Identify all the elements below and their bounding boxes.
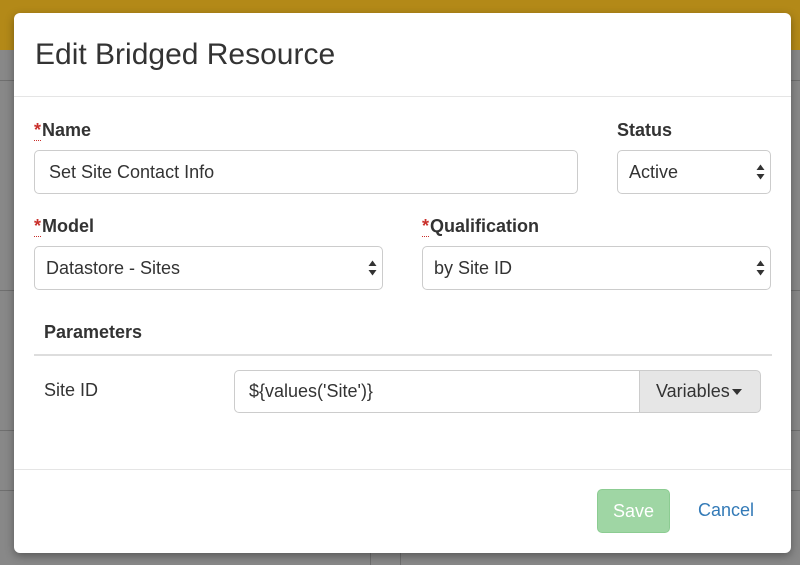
select-arrows-icon [756,260,765,276]
caret-down-icon [731,389,742,396]
model-select[interactable]: Datastore - Sites [34,246,383,290]
save-button[interactable]: Save [597,489,670,533]
parameters-heading: Parameters [44,322,143,342]
parameters-divider [34,354,772,356]
qualification-label: *Qualification [422,216,540,237]
required-marker: * [34,120,42,141]
modal-title: Edit Bridged Resource [35,38,336,71]
modal-header: Edit Bridged Resource [14,13,791,97]
qualification-select-value: by Site ID [434,258,513,278]
model-select-value: Datastore - Sites [46,258,181,278]
status-label: Status [617,120,673,140]
required-marker: * [34,216,42,237]
select-arrows-icon [756,164,765,180]
site-id-label: Site ID [44,380,99,400]
name-label: *Name [34,120,92,141]
modal-footer [14,469,791,553]
variables-dropdown-button[interactable]: Variables [639,370,761,413]
model-label: *Model [34,216,95,237]
status-select[interactable]: Active [617,150,771,194]
status-select-value: Active [629,162,679,182]
select-arrows-icon [368,260,377,276]
qualification-select[interactable]: by Site ID [422,246,771,290]
cancel-link[interactable]: Cancel [698,500,754,521]
name-input[interactable]: Set Site Contact Info [34,150,578,194]
edit-bridged-resource-dialog: Edit Bridged Resource *Name Set Site Con… [14,13,791,553]
required-marker: * [422,216,430,237]
site-id-input[interactable]: ${values('Site')} [234,370,640,413]
